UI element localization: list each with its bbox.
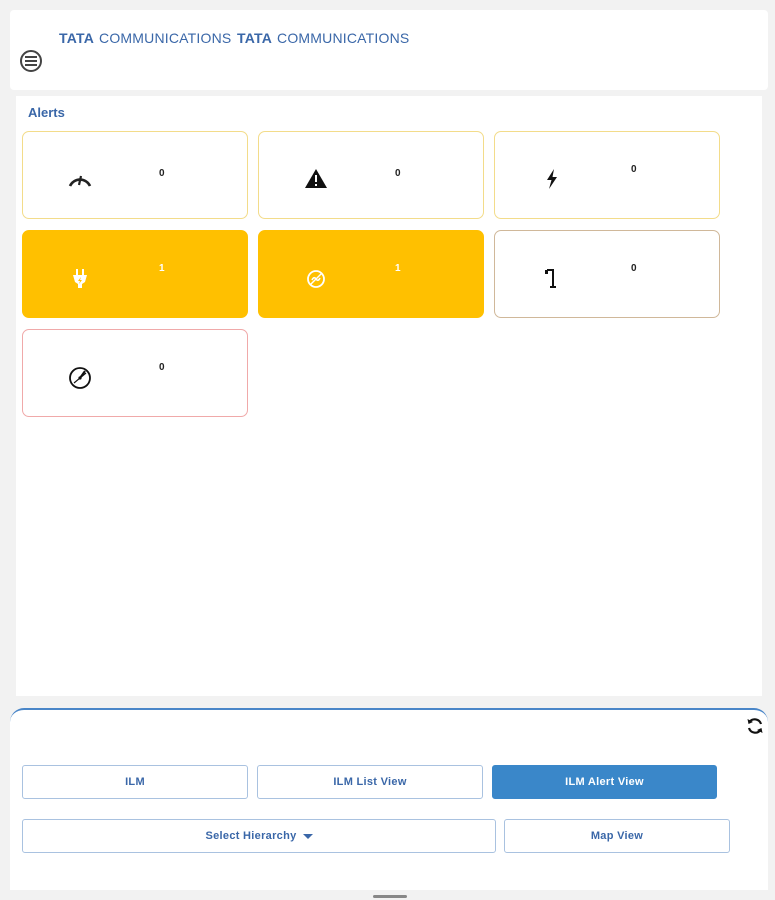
- meter-gauge-icon: [69, 367, 91, 389]
- alert-card-signal[interactable]: 1: [258, 230, 484, 318]
- home-indicator: [373, 895, 407, 898]
- alert-count: 0: [159, 362, 165, 373]
- select-hierarchy-label: Select Hierarchy: [205, 830, 297, 842]
- alert-card-plug[interactable]: 1: [22, 230, 248, 318]
- tab-ilm[interactable]: ILM: [22, 765, 248, 799]
- alert-card-speed[interactable]: 0: [22, 131, 248, 219]
- no-signal-icon: [307, 270, 325, 288]
- alert-count: 1: [395, 263, 401, 274]
- alert-count: 0: [159, 168, 165, 179]
- app-header: TATA COMMUNICATIONS TATA COMMUNICATIONS: [10, 10, 768, 90]
- lightning-bolt-icon: [547, 169, 557, 189]
- map-view-button[interactable]: Map View: [504, 819, 730, 853]
- tab-ilm-alert-view[interactable]: ILM Alert View: [492, 765, 717, 799]
- tata-logo: TATA COMMUNICATIONS: [237, 30, 410, 46]
- tab-ilm-list-view[interactable]: ILM List View: [257, 765, 483, 799]
- alert-count: 1: [159, 263, 165, 274]
- tata-logo: TATA COMMUNICATIONS: [59, 30, 232, 46]
- chevron-down-icon: [302, 833, 313, 839]
- alert-card-meter[interactable]: 0: [22, 329, 248, 417]
- speedometer-icon: [68, 175, 92, 187]
- street-light-icon: [545, 269, 556, 288]
- alerts-title: Alerts: [28, 105, 65, 120]
- power-plug-icon: [73, 269, 87, 288]
- select-hierarchy-dropdown[interactable]: Select Hierarchy: [22, 819, 496, 853]
- warning-icon: [305, 169, 327, 188]
- hamburger-menu-icon[interactable]: [20, 50, 42, 72]
- bottom-panel: ILM ILM List View ILM Alert View Select …: [10, 708, 768, 890]
- alerts-panel: Alerts 0 0 0 1 1 0 0: [16, 96, 762, 696]
- alert-count: 0: [631, 263, 637, 274]
- alert-card-lamp[interactable]: 0: [494, 230, 720, 318]
- alert-card-warning[interactable]: 0: [258, 131, 484, 219]
- alert-count: 0: [631, 164, 637, 175]
- refresh-icon[interactable]: [745, 716, 765, 736]
- alert-count: 0: [395, 168, 401, 179]
- alert-card-power[interactable]: 0: [494, 131, 720, 219]
